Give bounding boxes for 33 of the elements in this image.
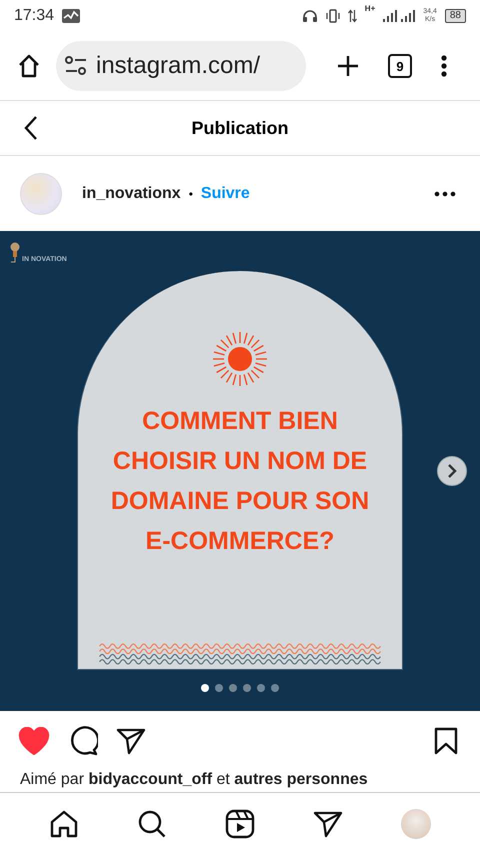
heart-icon[interactable] <box>18 727 50 755</box>
next-slide-button[interactable] <box>437 456 467 486</box>
plus-icon[interactable] <box>336 54 360 78</box>
more-icon[interactable] <box>434 190 456 196</box>
chevron-right-icon <box>447 464 457 478</box>
site-settings-icon[interactable] <box>64 55 88 77</box>
reels-icon[interactable] <box>225 808 255 838</box>
send-icon[interactable] <box>313 810 343 838</box>
page-title: Publication <box>191 118 288 138</box>
tab-count-button[interactable]: 9 <box>388 54 412 78</box>
username[interactable]: in_novationx <box>82 184 181 202</box>
likes-text: Aimé par bidyaccount_off et autres personnes <box>19 771 369 789</box>
search-icon[interactable] <box>137 808 167 838</box>
clock-time: 17:34 <box>14 7 54 25</box>
lightbulb-icon <box>10 241 20 263</box>
separator-dot: • <box>188 186 193 200</box>
vibrate-icon <box>326 9 340 23</box>
back-icon[interactable] <box>24 115 38 141</box>
address-bar[interactable]: instagram.com/ <box>56 41 306 91</box>
signal-icon <box>383 10 416 22</box>
slide-title: COMMENT BIEN CHOISIR UN NOM DE DOMAINE POUR SON E-COMMERCE? <box>110 406 370 557</box>
send-icon[interactable] <box>116 727 146 755</box>
activity-icon <box>62 9 80 23</box>
comment-icon[interactable] <box>68 726 98 756</box>
home-icon[interactable] <box>49 808 79 838</box>
battery-level: 88 <box>444 9 466 23</box>
sun-icon <box>212 331 268 387</box>
bookmark-icon[interactable] <box>434 727 458 755</box>
data-transfer-icon <box>348 9 357 23</box>
network-type: H+ <box>364 4 376 13</box>
url-text: instagram.com/ <box>96 52 260 80</box>
headphones-icon <box>302 9 318 23</box>
more-icon[interactable] <box>440 54 448 78</box>
